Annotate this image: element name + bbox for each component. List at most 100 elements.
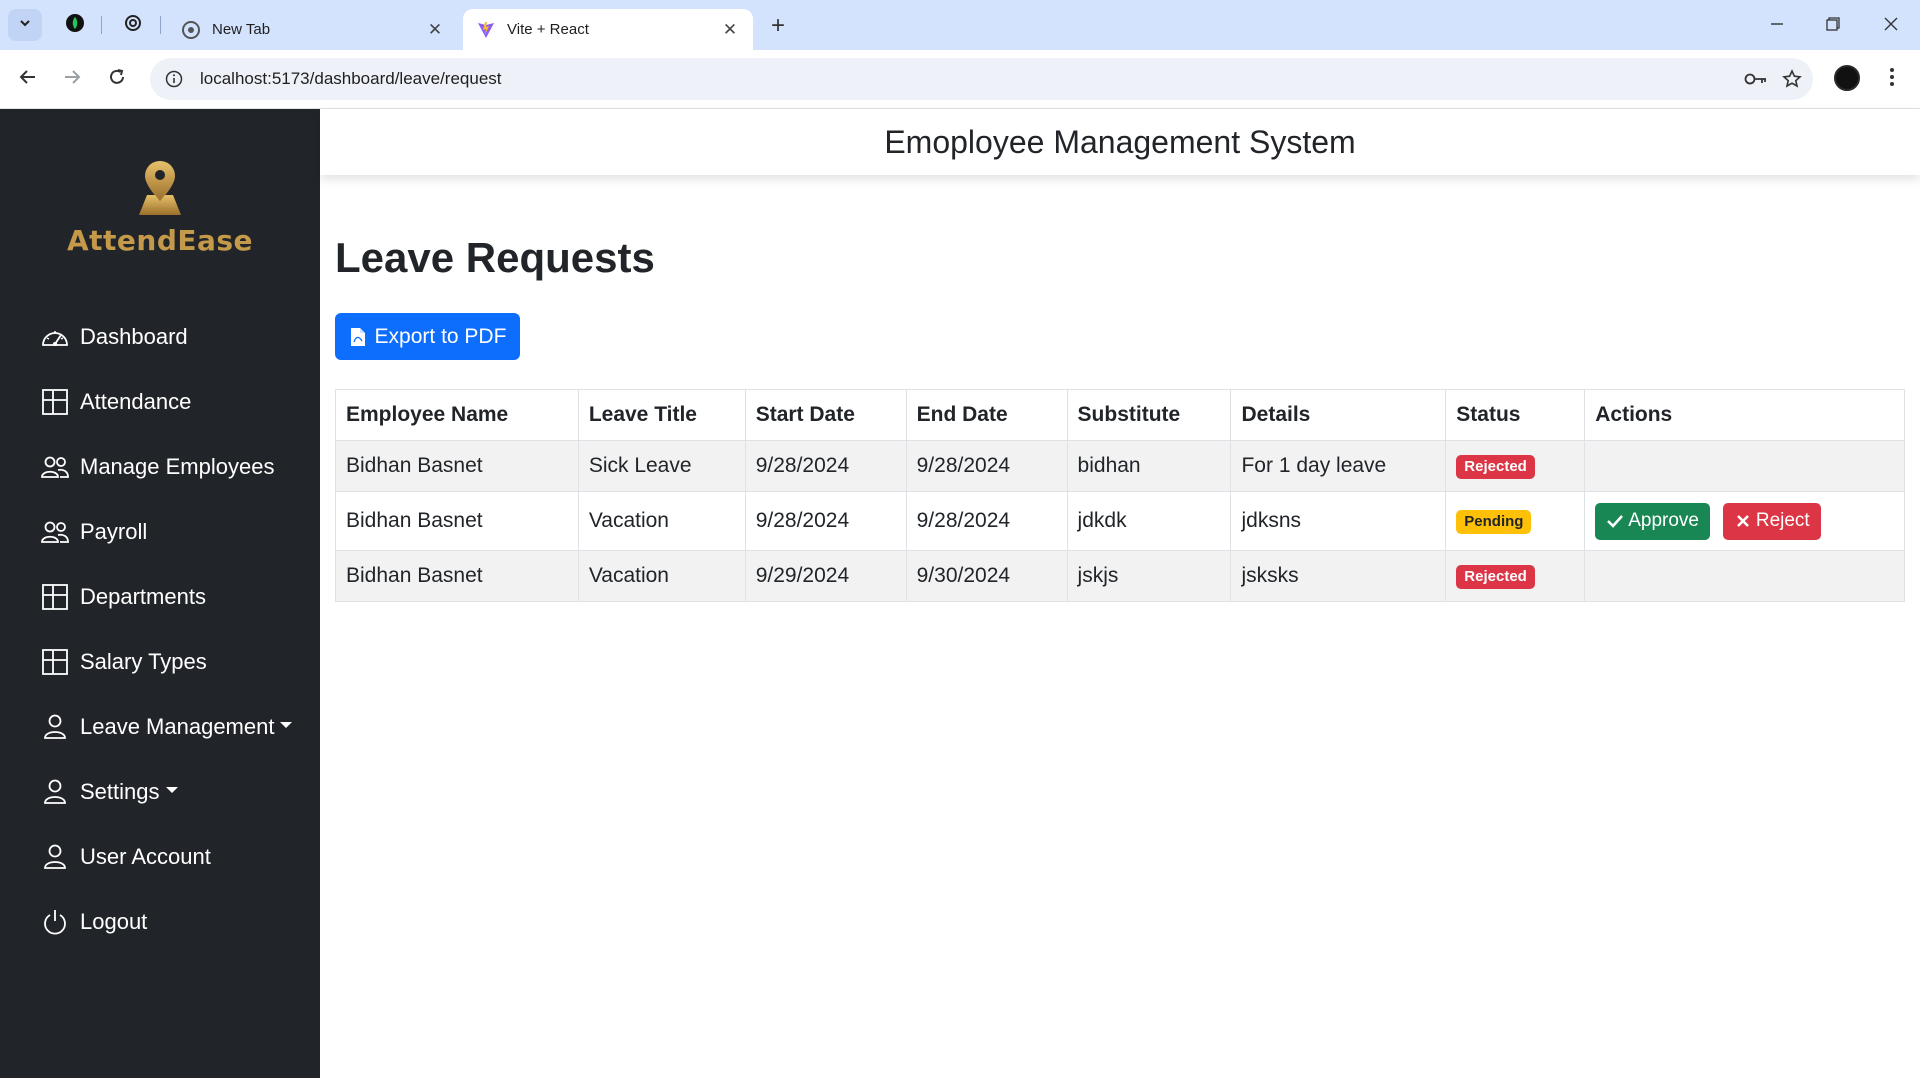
address-bar[interactable]: localhost:5173/dashboard/leave/request (150, 58, 1813, 100)
sidebar-item-logout[interactable]: Logout (0, 889, 320, 954)
restore-button[interactable] (1806, 8, 1860, 40)
tab-label: Vite + React (507, 21, 589, 38)
location-pin-icon (0, 159, 320, 222)
start-date-cell: 9/28/2024 (744, 491, 907, 551)
employee-name-cell: Bidhan Basnet (335, 491, 579, 551)
sidebar-item-attendance[interactable]: Attendance (0, 369, 320, 434)
column-header: Employee Name (335, 389, 579, 441)
actions-cell (1584, 550, 1905, 602)
bookmark-star-icon[interactable] (1777, 64, 1807, 94)
pdf-file-icon (349, 326, 367, 348)
column-header: Actions (1584, 389, 1905, 441)
layout-icon (40, 582, 70, 612)
minimize-button[interactable] (1750, 8, 1804, 40)
table-row: Bidhan Basnet Vacation 9/28/2024 9/28/20… (335, 491, 1905, 551)
sidebar-item-manage-employees[interactable]: Manage Employees (0, 434, 320, 499)
status-cell: Pending (1445, 491, 1586, 551)
export-pdf-button[interactable]: Export to PDF (335, 313, 520, 360)
sidebar-item-label: Departments (80, 583, 206, 609)
end-date-cell: 9/30/2024 (905, 550, 1068, 602)
caret-down-icon (280, 721, 293, 728)
tab-new-tab[interactable]: New Tab ✕ (168, 9, 458, 50)
table-row: Bidhan Basnet Sick Leave 9/28/2024 9/28/… (335, 440, 1905, 492)
pinned-tab-2[interactable] (120, 12, 146, 38)
sidebar-item-leave-management[interactable]: Leave Management (0, 694, 320, 759)
close-icon[interactable]: ✕ (426, 20, 444, 39)
column-header: Leave Title (577, 389, 746, 441)
browser-menu-button[interactable] (1880, 63, 1904, 95)
speedometer-icon (40, 322, 70, 352)
table-row: Bidhan Basnet Vacation 9/29/2024 9/30/20… (335, 550, 1905, 602)
forward-button[interactable] (56, 63, 88, 95)
tab-vite-react[interactable]: Vite + React ✕ (463, 9, 753, 50)
person-icon (40, 712, 70, 742)
employee-name-cell: Bidhan Basnet (335, 440, 579, 492)
page-title: Leave Requests (335, 234, 655, 281)
openai-favicon-icon (123, 13, 143, 38)
sidebar-item-salary-types[interactable]: Salary Types (0, 629, 320, 694)
chevron-down-icon (18, 16, 32, 35)
reload-button[interactable] (101, 63, 133, 95)
reject-button[interactable]: Reject (1722, 502, 1821, 540)
back-button[interactable] (12, 63, 44, 95)
sidebar-item-dashboard[interactable]: Dashboard (0, 304, 320, 369)
check-icon (1606, 512, 1624, 530)
status-badge: Rejected (1456, 455, 1535, 479)
close-icon[interactable]: ✕ (721, 20, 739, 39)
sidebar-item-settings[interactable]: Settings (0, 759, 320, 824)
people-icon (40, 452, 70, 482)
details-cell: jsksks (1230, 550, 1447, 602)
export-pdf-label: Export to PDF (374, 324, 507, 348)
browser-tab-strip: New Tab ✕ Vite + React ✕ + (0, 0, 1920, 50)
sidebar-item-label: Settings (80, 778, 160, 804)
substitute-cell: bidhan (1066, 440, 1232, 492)
tab-separator (160, 16, 161, 34)
brand-logo[interactable]: AttendEase (0, 159, 320, 257)
arrow-right-icon (62, 67, 82, 92)
column-header: Status (1445, 389, 1586, 441)
sidebar-item-label: Logout (80, 908, 148, 934)
status-badge: Rejected (1456, 565, 1535, 589)
layout-icon (40, 647, 70, 677)
status-cell: Rejected (1445, 550, 1586, 602)
start-date-cell: 9/28/2024 (744, 440, 907, 492)
sidebar-item-departments[interactable]: Departments (0, 564, 320, 629)
sidebar-item-user-account[interactable]: User Account (0, 824, 320, 889)
sidebar-item-payroll[interactable]: Payroll (0, 499, 320, 564)
new-tab-button[interactable]: + (763, 12, 793, 40)
end-date-cell: 9/28/2024 (905, 491, 1068, 551)
close-window-button[interactable] (1864, 8, 1918, 40)
password-key-icon[interactable] (1741, 64, 1771, 94)
vite-favicon-icon (477, 21, 495, 39)
leave-title-cell: Vacation (577, 550, 746, 602)
column-header: Details (1230, 389, 1447, 441)
column-header: End Date (905, 389, 1068, 441)
table-header-row: Employee Name Leave Title Start Date End… (335, 389, 1905, 441)
tab-label: New Tab (212, 21, 271, 38)
caret-down-icon (165, 786, 178, 793)
sidebar-item-label: Salary Types (80, 648, 207, 674)
leave-title-cell: Sick Leave (577, 440, 746, 492)
url-text[interactable]: localhost:5173/dashboard/leave/request (200, 69, 1741, 89)
leave-requests-table: Employee Name Leave Title Start Date End… (335, 389, 1905, 602)
details-cell: jdksns (1230, 491, 1447, 551)
site-info-icon[interactable] (164, 69, 184, 89)
brand-name: AttendEase (66, 224, 254, 257)
person-icon (40, 777, 70, 807)
employee-name-cell: Bidhan Basnet (335, 550, 579, 602)
sidebar-nav: Dashboard Attendance Manage Employees Pa… (0, 304, 320, 954)
tab-search-button[interactable] (8, 9, 42, 41)
approve-button[interactable]: Approve (1595, 502, 1711, 540)
more-vertical-icon (1889, 67, 1895, 92)
leaf-favicon-icon (65, 13, 85, 38)
column-header: Substitute (1066, 389, 1232, 441)
tab-separator (101, 16, 102, 34)
app-title: Emoployee Management System (884, 123, 1356, 160)
pinned-tab-1[interactable] (62, 12, 88, 38)
app-header: Emoployee Management System (320, 109, 1920, 175)
approve-label: Approve (1628, 510, 1700, 531)
arrow-left-icon (18, 67, 38, 92)
profile-avatar[interactable] (1834, 65, 1860, 91)
sidebar-item-label: Dashboard (80, 323, 188, 349)
details-cell: For 1 day leave (1230, 440, 1447, 492)
